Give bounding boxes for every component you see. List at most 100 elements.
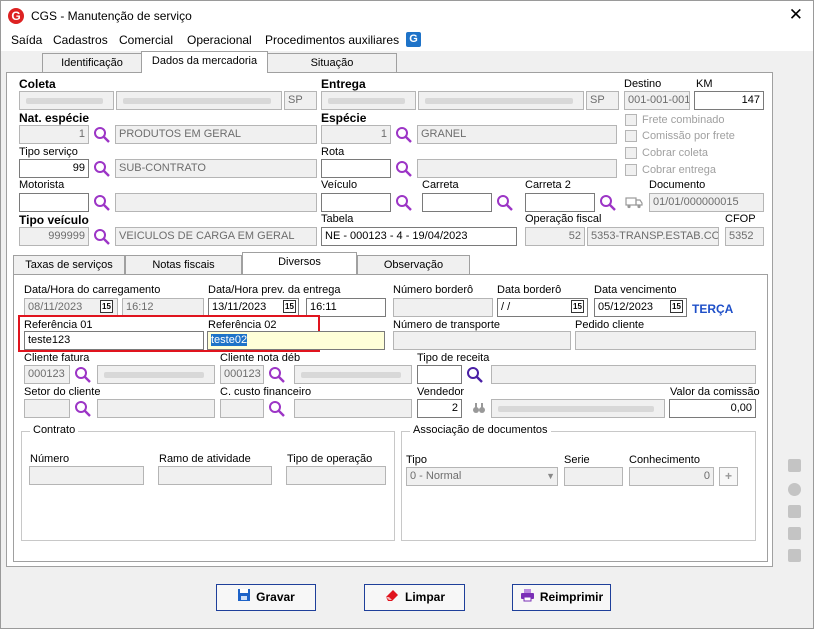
data-carregamento-label: Data/Hora do carregamento (24, 284, 161, 296)
frete-combinado-checkbox[interactable] (625, 114, 637, 126)
carreta2-search-icon[interactable] (599, 194, 617, 212)
veiculo-search-icon[interactable] (395, 194, 413, 212)
contrato-group: Contrato (21, 424, 395, 541)
nat-especie-search-icon[interactable] (93, 126, 111, 144)
side-signature-icon[interactable] (788, 549, 801, 562)
tipo-operacao-field (286, 466, 386, 485)
menu-procedimentos[interactable]: Procedimentos auxiliares (265, 33, 399, 47)
cfop-field: 5352 (725, 227, 764, 246)
subtab-notas-fiscais[interactable]: Notas fiscais (125, 255, 242, 275)
cliente-nota-code: 000123 (220, 365, 264, 384)
tipo-veiculo-search-icon[interactable] (93, 228, 111, 246)
tab-dados-mercadoria[interactable]: Dados da mercadoria (141, 51, 268, 73)
menu-operacional[interactable]: Operacional (187, 33, 252, 47)
setor-cliente-desc (97, 399, 215, 418)
carreta2-field[interactable] (525, 193, 595, 212)
rota-search-icon[interactable] (395, 160, 413, 178)
subtab-observacao[interactable]: Observação (357, 255, 470, 275)
truck-icon[interactable] (625, 195, 643, 212)
coleta-uf-field: SP (284, 91, 317, 110)
tab-identificacao[interactable]: Identificação (42, 53, 142, 73)
setor-cliente-code (24, 399, 70, 418)
motorista-label: Motorista (19, 179, 65, 191)
subtab-taxas[interactable]: Taxas de serviços (13, 255, 125, 275)
cfop-label: CFOP (725, 213, 756, 225)
side-hand-icon[interactable] (788, 505, 801, 518)
operacao-fiscal-label: Operação fiscal (525, 213, 602, 225)
conhecimento-label: Conhecimento (629, 454, 700, 466)
cobrar-entrega-label: Cobrar entrega (642, 164, 716, 176)
motorista-code[interactable] (19, 193, 89, 212)
limpar-button[interactable]: Limpar (364, 584, 465, 611)
tipo-select[interactable]: 0 - Normal ▼ (406, 467, 558, 486)
side-ciot-icon[interactable] (788, 459, 801, 472)
rota-label: Rota (321, 146, 345, 158)
cliente-fatura-search-icon[interactable] (74, 366, 92, 384)
setor-cliente-search-icon[interactable] (74, 400, 92, 418)
cobrar-entrega-checkbox[interactable] (625, 164, 637, 176)
calendar-icon[interactable]: 15 (571, 300, 584, 313)
custo-financeiro-search-icon[interactable] (268, 400, 286, 418)
motorista-search-icon[interactable] (93, 194, 111, 212)
cobrar-coleta-checkbox[interactable] (625, 147, 637, 159)
tipo-veiculo-label: Tipo veículo (19, 213, 89, 227)
side-circle-icon[interactable] (788, 483, 801, 496)
add-icon[interactable]: + (719, 467, 738, 486)
vendedor-code[interactable]: 2 (417, 399, 462, 418)
close-button[interactable]: ✕ (789, 5, 803, 25)
nat-especie-label: Nat. espécie (19, 111, 90, 125)
rota-desc (417, 159, 617, 178)
calendar-icon[interactable]: 15 (670, 300, 683, 313)
tabela-field[interactable]: NE - 000123 - 4 - 19/04/2023 (321, 227, 517, 246)
referencia01-label: Referência 01 (24, 319, 93, 331)
cliente-fatura-label: Cliente fatura (24, 352, 90, 364)
tipo-veiculo-desc: VEICULOS DE CARGA EM GERAL (115, 227, 317, 246)
tipo-servico-code[interactable]: 99 (19, 159, 89, 178)
dia-semana-label: TERÇA (692, 302, 734, 316)
cobrar-coleta-label: Cobrar coleta (642, 147, 709, 159)
cliente-fatura-code: 000123 (24, 365, 70, 384)
coleta-label: Coleta (19, 77, 56, 91)
calendar-icon[interactable]: 15 (100, 300, 113, 313)
tipo-receita-label: Tipo de receita (417, 352, 490, 364)
valor-comissao-field[interactable]: 0,00 (669, 399, 756, 418)
gravar-button[interactable]: Gravar (216, 584, 316, 611)
tipo-receita-code[interactable] (417, 365, 462, 384)
custo-financeiro-desc (294, 399, 412, 418)
veiculo-field[interactable] (321, 193, 391, 212)
tipo-receita-search-icon[interactable] (466, 366, 484, 384)
menu-saida[interactable]: Saída (11, 33, 42, 47)
cliente-nota-search-icon[interactable] (268, 366, 286, 384)
side-truck-icon[interactable] (788, 527, 801, 540)
save-icon (237, 586, 251, 610)
operacao-fiscal-desc: 5353-TRANSP.ESTAB.CO (587, 227, 719, 246)
custo-financeiro-code (220, 399, 264, 418)
calendar-icon[interactable]: 15 (283, 300, 296, 313)
entrega-code-field (321, 91, 416, 110)
carreta-field[interactable] (422, 193, 492, 212)
tipo-select-value: 0 - Normal (410, 470, 462, 482)
gravar-label: Gravar (256, 590, 295, 604)
referencia02-field[interactable]: teste02 (207, 331, 385, 350)
rota-code[interactable] (321, 159, 391, 178)
associacao-title: Associação de documentos (410, 424, 551, 436)
referencia01-field[interactable]: teste123 (24, 331, 204, 350)
carreta-search-icon[interactable] (496, 194, 514, 212)
subtab-diversos[interactable]: Diversos (242, 252, 357, 274)
coleta-name-field (116, 91, 282, 110)
reimprimir-button[interactable]: Reimprimir (512, 584, 611, 611)
binoculars-icon[interactable] (472, 401, 486, 418)
comissao-frete-label: Comissão por frete (642, 130, 735, 142)
menu-cadastros[interactable]: Cadastros (53, 33, 108, 47)
custo-financeiro-label: C. custo financeiro (220, 386, 312, 398)
km-field[interactable]: 147 (694, 91, 764, 110)
menu-comercial[interactable]: Comercial (119, 33, 173, 47)
tab-situacao[interactable]: Situação (267, 53, 397, 73)
numero-bordero-field (393, 298, 493, 317)
help-icon[interactable]: G (406, 32, 421, 47)
tipo-servico-search-icon[interactable] (93, 160, 111, 178)
especie-search-icon[interactable] (395, 126, 413, 144)
comissao-frete-checkbox[interactable] (625, 130, 637, 142)
window-title: CGS - Manutenção de serviço (31, 9, 192, 23)
operacao-fiscal-code: 52 (525, 227, 585, 246)
